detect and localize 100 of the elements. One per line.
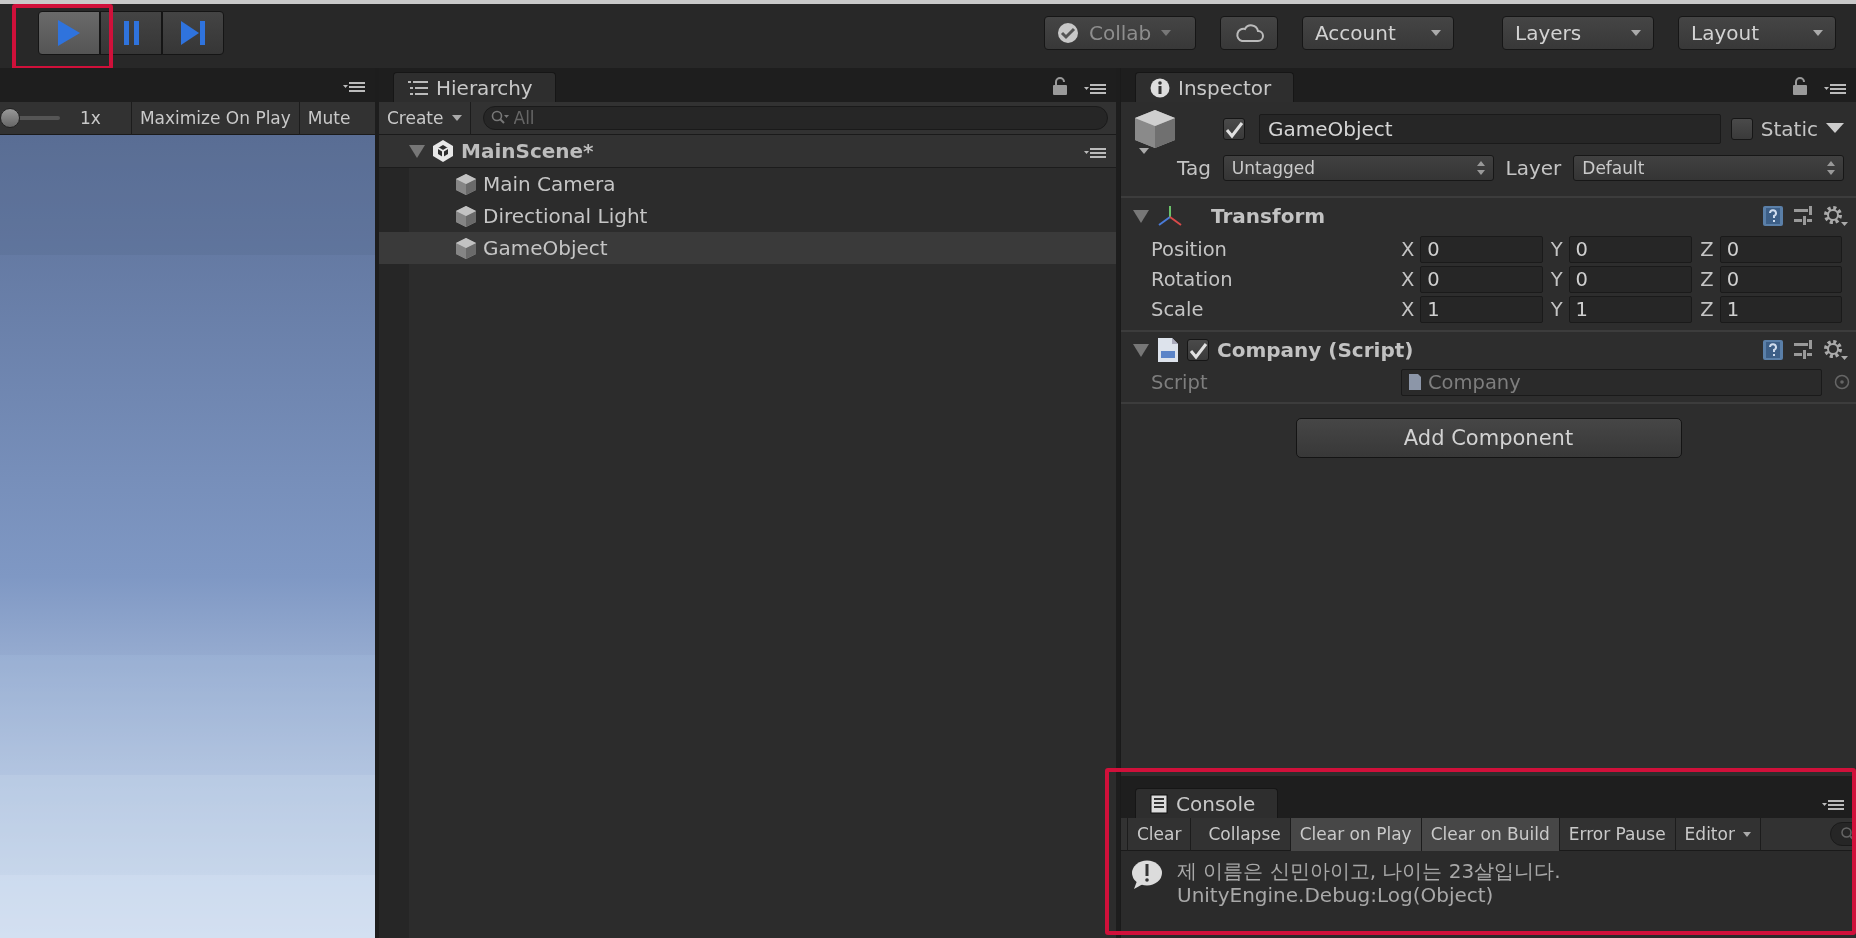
cube-icon xyxy=(455,172,477,196)
number-field[interactable]: 0 xyxy=(1420,235,1543,263)
toggle-button[interactable]: Maximize On Play xyxy=(130,101,299,135)
axis-label: Z xyxy=(1700,297,1714,321)
script-file-icon xyxy=(1157,337,1179,363)
cube-icon xyxy=(455,204,477,228)
lock-icon[interactable] xyxy=(1792,77,1808,96)
hierarchy-item[interactable]: Main Camera xyxy=(379,168,1116,200)
hierarchy-item[interactable]: Directional Light xyxy=(379,200,1116,232)
tag-label: Tag xyxy=(1177,156,1211,180)
step-forward-button[interactable] xyxy=(162,11,224,55)
caret-icon xyxy=(1631,30,1641,36)
caret-icon xyxy=(1813,30,1823,36)
caret-icon xyxy=(451,115,462,121)
dropdown-button[interactable]: Layout xyxy=(1678,16,1836,50)
hierarchy-tab[interactable]: Hierarchy xyxy=(393,72,556,102)
updown-arrow-icon xyxy=(1827,161,1835,175)
check-circle-icon xyxy=(1057,22,1079,44)
presets-icon[interactable] xyxy=(1792,339,1814,361)
list-icon xyxy=(408,79,428,96)
number-field[interactable]: 0 xyxy=(1719,265,1842,293)
scene-name[interactable]: MainScene* xyxy=(461,139,594,163)
number-field[interactable]: 1 xyxy=(1568,295,1693,323)
caret-icon xyxy=(1161,30,1172,36)
number-field[interactable]: 0 xyxy=(1568,235,1693,263)
scale-label: 1x xyxy=(80,108,101,128)
number-field[interactable]: 1 xyxy=(1719,295,1842,323)
property-label: Position xyxy=(1151,237,1228,261)
checkbox[interactable] xyxy=(1223,118,1245,140)
checkbox[interactable] xyxy=(1187,339,1209,361)
pause-button[interactable] xyxy=(100,11,162,55)
component-title: Transform xyxy=(1211,204,1326,228)
toggle-button[interactable]: Clear on Build xyxy=(1421,817,1560,851)
stack-trace[interactable]: UnityEngine.Debug:Log(Object) xyxy=(1177,883,1561,907)
expanded-arrow-icon[interactable] xyxy=(1133,343,1149,357)
lock-icon[interactable] xyxy=(1052,77,1068,96)
search-field[interactable]: All xyxy=(482,106,1108,130)
gear-icon[interactable] xyxy=(1822,204,1848,228)
toggle-button[interactable]: Collapse xyxy=(1199,817,1291,851)
clear-button[interactable]: Clear xyxy=(1127,817,1192,851)
number-field[interactable]: 1 xyxy=(1420,295,1543,323)
property-label: Scale xyxy=(1151,297,1205,321)
object-picker-icon[interactable] xyxy=(1834,374,1850,390)
checkbox[interactable] xyxy=(1730,118,1753,140)
check-icon xyxy=(1224,119,1244,139)
scale-slider[interactable] xyxy=(0,107,60,129)
expanded-arrow-icon[interactable] xyxy=(1133,209,1149,223)
dropdown-arrow-icon[interactable] xyxy=(1826,123,1844,135)
axis-label: X xyxy=(1401,297,1415,321)
create-dropdown[interactable]: Create xyxy=(379,101,471,135)
static-label: Static xyxy=(1760,117,1818,141)
cloud-button[interactable] xyxy=(1220,16,1278,50)
layer-label: Layer xyxy=(1505,156,1562,180)
object-field: Company xyxy=(1401,368,1822,396)
inspector-tab[interactable]: Inspector xyxy=(1135,72,1295,102)
presets-icon[interactable] xyxy=(1792,205,1814,227)
property-label: Script xyxy=(1151,370,1209,394)
number-field[interactable]: 0 xyxy=(1568,265,1693,293)
dropdown-button[interactable]: Editor xyxy=(1675,817,1761,851)
toggle-button[interactable]: Error Pause xyxy=(1559,817,1676,851)
dropdown-button[interactable]: Account xyxy=(1302,16,1454,50)
help-book-icon[interactable] xyxy=(1762,339,1784,361)
axis-label: Z xyxy=(1700,267,1714,291)
help-book-icon[interactable] xyxy=(1762,205,1784,227)
axis-label: Y xyxy=(1550,267,1563,291)
script-file-icon xyxy=(1408,373,1422,391)
number-field[interactable]: 0 xyxy=(1719,235,1842,263)
toggle-button[interactable]: Mute xyxy=(298,101,359,135)
cloud-icon xyxy=(1234,23,1264,43)
layer-dropdown[interactable]: Default xyxy=(1573,155,1844,181)
hierarchy-item[interactable]: GameObject xyxy=(379,232,1116,264)
axis-label: Z xyxy=(1700,237,1714,261)
console-icon xyxy=(1150,793,1168,814)
cube-icon xyxy=(455,236,477,260)
cube-icon xyxy=(1133,108,1177,156)
caret-icon xyxy=(1742,831,1751,837)
log-message[interactable]: 제 이름은 신민아이고, 나이는 23살입니다. xyxy=(1177,859,1561,883)
axes-icon xyxy=(1157,205,1183,227)
updown-arrow-icon xyxy=(1476,161,1485,175)
expanded-arrow-icon[interactable] xyxy=(409,144,425,158)
info-icon xyxy=(1150,77,1170,98)
component-title: Company (Script) xyxy=(1217,338,1414,362)
toggle-button[interactable]: Clear on Play xyxy=(1290,817,1422,851)
property-label: Rotation xyxy=(1151,267,1234,291)
tag-dropdown[interactable]: Untagged xyxy=(1222,155,1494,181)
axis-label: Y xyxy=(1550,237,1563,261)
axis-label: Y xyxy=(1550,297,1563,321)
step-forward-icon xyxy=(179,18,207,48)
number-field[interactable]: 0 xyxy=(1420,265,1543,293)
gear-icon[interactable] xyxy=(1822,338,1848,362)
play-button[interactable] xyxy=(38,11,100,55)
exclamation-bubble-icon xyxy=(1131,859,1163,891)
add-component-button[interactable]: Add Component xyxy=(1295,418,1682,458)
console-tab[interactable]: Console xyxy=(1135,788,1279,818)
name-field[interactable]: GameObject xyxy=(1259,114,1721,144)
dropdown-button[interactable]: Layers xyxy=(1502,16,1654,50)
search-icon xyxy=(1841,827,1855,841)
caret-icon xyxy=(1431,30,1441,36)
search-icon xyxy=(490,110,509,126)
check-icon xyxy=(1188,340,1208,360)
